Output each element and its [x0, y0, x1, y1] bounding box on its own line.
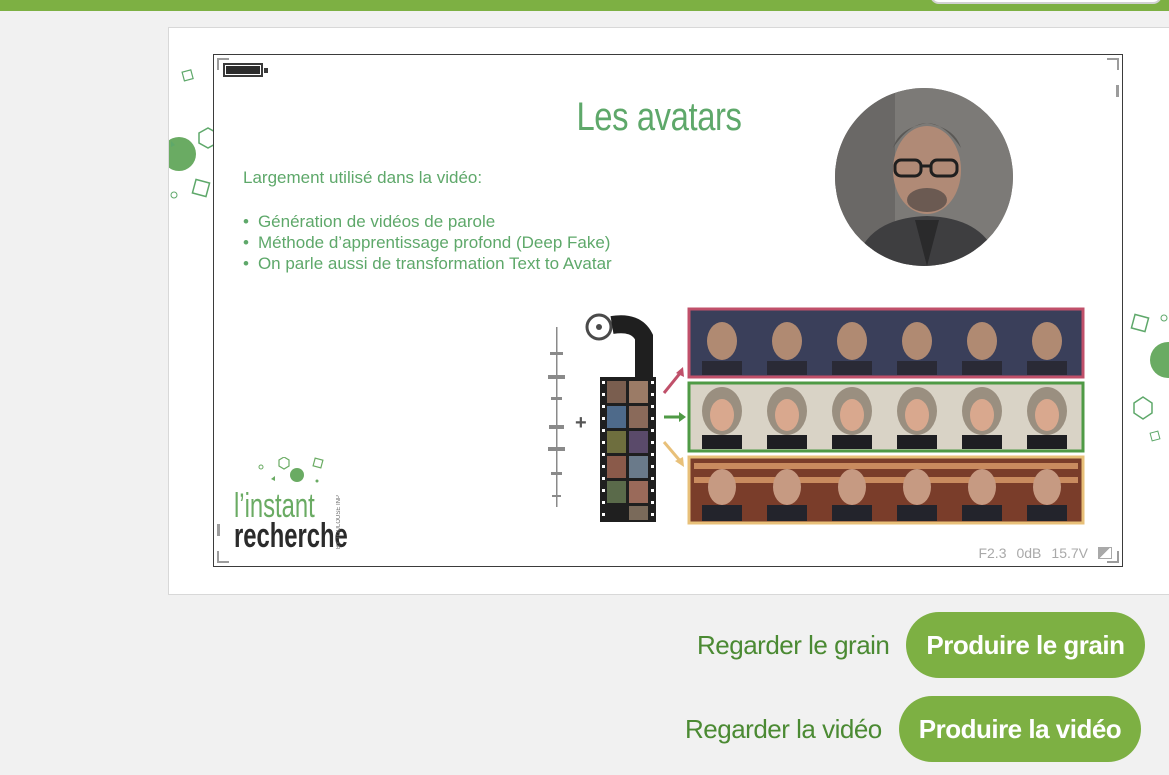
- grain-actions: Regarder le grain Produire le grain: [697, 612, 1145, 678]
- avatar-frames-row: [687, 455, 1085, 525]
- battery-icon: [223, 63, 268, 77]
- camera-gain: 0dB: [1016, 545, 1042, 561]
- presenter-webcam: [835, 88, 1013, 266]
- camera-status: F2.3 0dB 15.7V: [978, 545, 1112, 561]
- avatar-frames-row: [687, 381, 1085, 453]
- bullet-item: On parle aussi de transformation Text to…: [243, 253, 612, 274]
- viewfinder-marker: [1116, 85, 1119, 97]
- produce-grain-button[interactable]: Produire le grain: [906, 612, 1145, 678]
- slide-intro: Largement utilisé dans la vidéo:: [243, 168, 483, 187]
- bullet-item: Génération de vidéos de parole: [243, 211, 612, 232]
- video-actions: Regarder la vidéo Produire la vidéo: [685, 696, 1142, 762]
- viewfinder-corner: [1107, 58, 1119, 70]
- exposure-icon: [1098, 547, 1112, 559]
- logo-tagline: BY TOULOUSE INP: [336, 495, 342, 550]
- watch-video-link[interactable]: Regarder la vidéo: [685, 714, 882, 745]
- viewfinder-marker: [217, 524, 220, 536]
- decorative-shapes-right: [1130, 313, 1169, 442]
- audio-waveform-icon: [548, 327, 565, 507]
- film-reel-icon: [585, 313, 656, 522]
- logo-text-recherche: recherche: [234, 517, 348, 555]
- bullet-item: Méthode d’apprentissage profond (Deep Fa…: [243, 232, 612, 253]
- produce-video-button[interactable]: Produire la vidéo: [898, 696, 1142, 762]
- presenter-portrait: [835, 88, 1013, 266]
- viewfinder-corner: [217, 551, 229, 563]
- top-bar: [0, 0, 1169, 11]
- decorative-shapes-left: [169, 69, 218, 199]
- slide-bullet-list: Génération de vidéos de parole Méthode d…: [243, 211, 612, 274]
- avatar-frames-row: [687, 307, 1085, 379]
- camera-aperture: F2.3: [978, 545, 1007, 561]
- slide: Les avatars Largement utilisé dans la vi…: [213, 54, 1123, 567]
- avatar-diagram: +: [536, 297, 1088, 527]
- top-search-field[interactable]: [930, 0, 1162, 4]
- linstant-recherche-logo: l’instant recherche BY TOULOUSE INP: [232, 457, 362, 557]
- watch-grain-link[interactable]: Regarder le grain: [697, 630, 890, 661]
- svg-text:+: +: [575, 412, 587, 434]
- camera-voltage: 15.7V: [1051, 545, 1088, 561]
